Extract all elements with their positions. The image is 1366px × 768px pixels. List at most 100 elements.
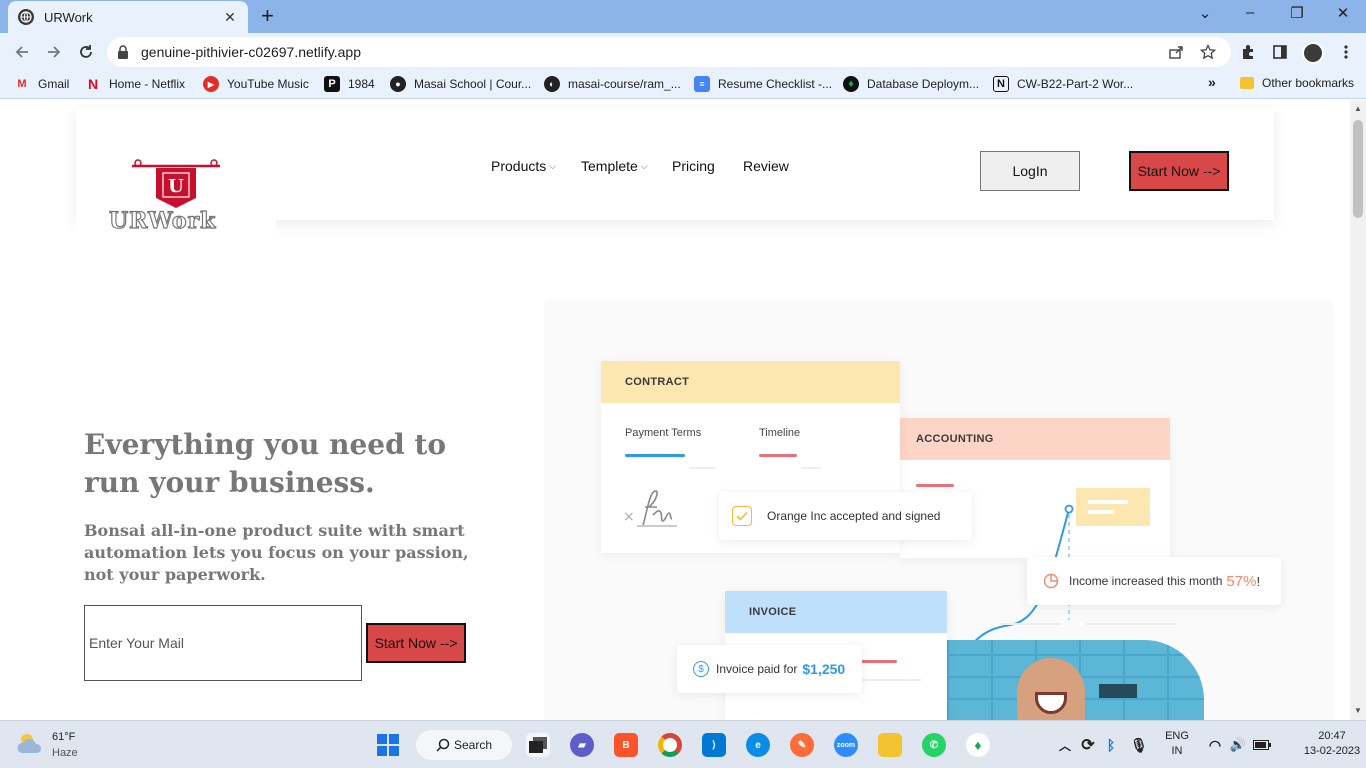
address-bar[interactable]: genuine-pithivier-c02697.netlify.app — [107, 37, 1231, 67]
login-button[interactable]: LogIn — [980, 151, 1080, 191]
share-icon[interactable] — [1166, 42, 1186, 62]
webpage: U URWork Products ⌵ Templete ⌵ Pricing Rev… — [0, 100, 1350, 720]
more-bookmarks-icon[interactable]: » — [1208, 74, 1216, 90]
bookmark-youtube-music[interactable]: ▶ YouTube Music — [203, 76, 309, 92]
bookmark-database-deployment[interactable]: ♦ Database Deploym... — [843, 76, 979, 92]
bookmark-masai-school[interactable]: ● Masai School | Cour... — [390, 76, 531, 92]
vscode-icon[interactable]: ⟩ — [702, 733, 726, 757]
logo-text: URWork — [108, 207, 217, 234]
restore-icon[interactable]: ❐ — [1287, 4, 1307, 22]
svg-text:U: U — [168, 176, 184, 197]
invoice-amount: $1,250 — [802, 661, 846, 677]
wifi-icon[interactable]: ◠ — [1203, 733, 1227, 757]
whatsapp-icon[interactable]: ✆ — [922, 733, 946, 757]
lock-icon — [118, 45, 128, 59]
weather-desc: Haze — [52, 747, 78, 759]
other-bookmarks-folder[interactable]: Other bookmarks — [1240, 76, 1354, 90]
nav-templete[interactable]: Templete ⌵ — [581, 158, 648, 174]
file-explorer-icon[interactable] — [878, 733, 902, 757]
payment-terms-underline — [625, 454, 685, 457]
email-input[interactable] — [84, 605, 362, 681]
hero-start-now-button[interactable]: Start Now --> — [366, 623, 466, 663]
side-panel-icon[interactable] — [1270, 42, 1290, 62]
browser-toolbar: genuine-pithivier-c02697.netlify.app — [0, 33, 1366, 71]
bookmark-gmail[interactable]: M Gmail — [14, 76, 69, 92]
dollar-icon: $ — [693, 661, 709, 677]
accounting-header: ACCOUNTING — [900, 418, 1170, 460]
show-hidden-icons-chevron[interactable]: ︿ — [1053, 733, 1077, 757]
p-icon: P — [324, 76, 340, 92]
sync-icon[interactable]: ⟳ — [1076, 733, 1100, 757]
windows-taskbar: 61°F Haze Search ▰ B ⟩ e ✎ zoom ✆ ♦ ︿ ⟳ … — [0, 720, 1366, 768]
reload-icon[interactable] — [75, 41, 97, 63]
menu-kebab-icon[interactable] — [1336, 42, 1356, 62]
bookmark-masai-course[interactable]: ◐ masai-course/ram_... — [544, 76, 681, 92]
bookmarks-bar: M Gmail N Home - Netflix ▶ YouTube Music P1… — [0, 71, 1366, 99]
chevron-down-icon: ⌵ — [640, 160, 648, 171]
bookmark-1984[interactable]: P 1984 — [324, 76, 375, 92]
taskbar-search[interactable]: Search — [416, 730, 512, 760]
teams-chat-icon[interactable]: ▰ — [570, 733, 594, 757]
bookmark-resume-checklist[interactable]: ≡ Resume Checklist -... — [694, 76, 832, 92]
brave-browser-icon[interactable]: B — [614, 733, 638, 757]
youtube-music-icon: ▶ — [203, 76, 219, 92]
volume-icon[interactable]: 🔊 — [1226, 733, 1250, 757]
nav-review[interactable]: Review — [743, 158, 789, 174]
profile-avatar[interactable] — [1302, 42, 1324, 64]
notion-icon: N — [993, 76, 1009, 92]
tab-search-chevron-icon[interactable]: ⌄ — [1195, 4, 1215, 22]
window-close-icon[interactable]: ✕ — [1333, 4, 1353, 22]
bookmark-netflix[interactable]: N Home - Netflix — [85, 76, 185, 92]
docs-icon: ≡ — [694, 76, 710, 92]
bookmark-cw-b22[interactable]: N CW-B22-Part-2 Wor... — [993, 76, 1133, 92]
language-indicator[interactable]: ENG IN — [1160, 729, 1194, 759]
minimize-icon[interactable]: – — [1240, 4, 1260, 21]
back-icon[interactable] — [11, 41, 33, 63]
battery-icon[interactable] — [1250, 733, 1274, 757]
scrollbar-thumb[interactable] — [1353, 120, 1363, 218]
microphone-icon[interactable]: 🎙 — [1127, 733, 1151, 757]
signature-icon: × — [623, 490, 677, 527]
header-start-now-button[interactable]: Start Now --> — [1129, 151, 1229, 191]
nav-pricing[interactable]: Pricing — [672, 158, 715, 174]
netflix-icon: N — [87, 76, 99, 92]
zoom-icon[interactable]: zoom — [834, 733, 858, 757]
page-scrollbar[interactable]: ▲ ▼ — [1350, 100, 1366, 720]
url-text: genuine-pithivier-c02697.netlify.app — [141, 44, 361, 60]
mongodb-compass-icon[interactable]: ♦ — [966, 733, 990, 757]
income-percent: 57% — [1226, 572, 1257, 590]
contract-header: CONTRACT — [601, 361, 900, 403]
smiling-man-photo — [947, 640, 1204, 720]
tab-title: URWork — [44, 9, 93, 25]
income-notification: Income increased this month 57% ! — [1027, 557, 1281, 605]
weather-widget[interactable] — [16, 731, 44, 762]
clock[interactable]: 20:47 13-02-2023 — [1302, 729, 1362, 759]
forward-icon[interactable] — [43, 41, 65, 63]
folder-icon — [1240, 77, 1254, 89]
invoice-paid-notification: $ Invoice paid for $1,250 — [677, 645, 862, 693]
scroll-down-icon[interactable]: ▼ — [1354, 706, 1362, 715]
new-tab-icon[interactable]: + — [261, 5, 274, 27]
browser-tab[interactable]: URWork ✕ — [8, 1, 248, 33]
nav-products[interactable]: Products ⌵ — [491, 158, 556, 174]
task-view-icon[interactable] — [526, 733, 550, 757]
payment-terms-label: Payment Terms — [625, 427, 702, 439]
windows-start-icon[interactable] — [376, 733, 400, 757]
weather-temp: 61°F — [52, 731, 76, 743]
postman-icon[interactable]: ✎ — [790, 733, 814, 757]
globe-icon: ● — [390, 76, 406, 92]
chrome-icon[interactable] — [658, 733, 682, 757]
invoice-underline — [859, 660, 897, 663]
bookmark-star-icon[interactable] — [1198, 42, 1218, 62]
logo[interactable]: U URWork — [76, 108, 276, 248]
tab-close-icon[interactable]: ✕ — [222, 9, 238, 26]
timeline-label: Timeline — [759, 427, 801, 439]
invoice-header: INVOICE — [725, 591, 947, 633]
cloudy-weather-icon — [17, 734, 42, 753]
edge-icon[interactable]: e — [746, 733, 770, 757]
accounting-underline — [916, 484, 954, 487]
extensions-icon[interactable] — [1238, 42, 1258, 62]
scroll-up-icon[interactable]: ▲ — [1354, 104, 1362, 113]
svg-text:×: × — [623, 509, 635, 525]
bluetooth-icon[interactable]: ᛒ — [1099, 733, 1123, 757]
